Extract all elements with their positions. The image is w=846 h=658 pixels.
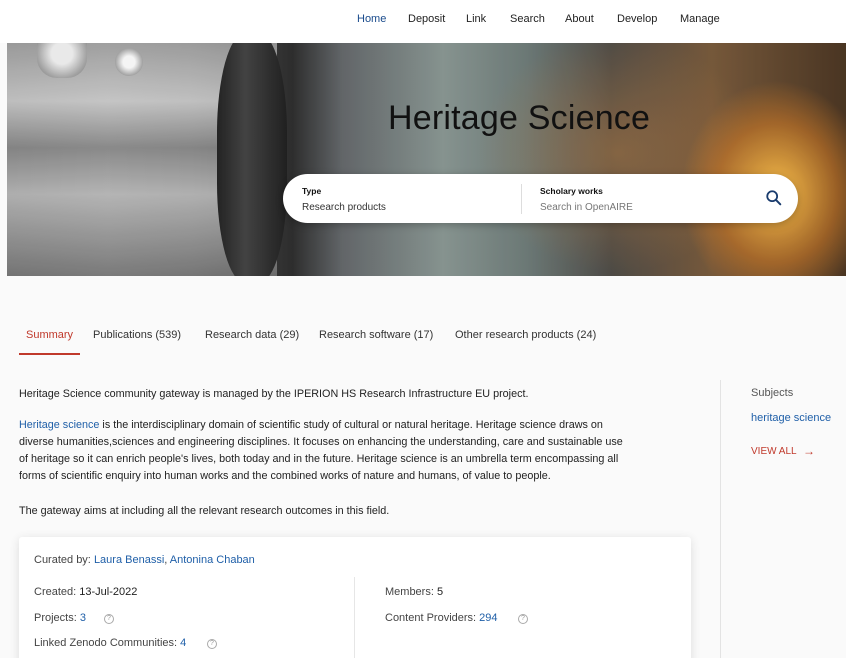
zenodo-communities-count: Linked Zenodo Communities: 4: [34, 637, 187, 649]
arrow-right-icon[interactable]: →: [803, 444, 815, 458]
info-icon[interactable]: ?: [104, 614, 114, 624]
community-info-card: Curated by: Laura Benassi, Antonina Chab…: [19, 537, 691, 658]
projects-link[interactable]: 3: [80, 612, 86, 624]
content-providers-count: Content Providers: 294: [385, 612, 498, 624]
top-navigation: Home Deposit Link Search About Develop M…: [0, 0, 846, 43]
scope-label: Scholary works: [540, 186, 603, 196]
nav-deposit[interactable]: Deposit: [408, 13, 445, 25]
tab-publications[interactable]: Publications (539): [93, 329, 181, 341]
summary-aim: The gateway aims at including all the re…: [19, 505, 390, 517]
nav-manage[interactable]: Manage: [680, 13, 720, 25]
zenodo-communities-link[interactable]: 4: [180, 637, 186, 649]
projects-count: Projects: 3: [34, 612, 86, 624]
curator-link[interactable]: Antonina Chaban: [170, 554, 255, 566]
info-icon[interactable]: ?: [518, 614, 528, 624]
nav-search[interactable]: Search: [510, 13, 545, 25]
search-bar: Type Research products Scholary works Se…: [283, 174, 798, 223]
nav-about[interactable]: About: [565, 13, 594, 25]
search-icon[interactable]: [765, 189, 783, 207]
tab-research-data[interactable]: Research data (29): [205, 329, 299, 341]
hero-banner: [7, 43, 846, 276]
content-tabs: Summary Publications (539) Research data…: [0, 318, 846, 354]
created-date: Created: 13-Jul-2022: [34, 586, 138, 598]
subject-link[interactable]: heritage science: [751, 412, 831, 424]
info-icon[interactable]: ?: [207, 639, 217, 649]
tab-summary[interactable]: Summary: [26, 329, 73, 341]
view-all-link[interactable]: VIEW ALL: [751, 446, 797, 457]
tab-other-research-products[interactable]: Other research products (24): [455, 329, 596, 341]
sidebar-divider: [720, 380, 721, 658]
type-select[interactable]: Research products: [302, 202, 386, 213]
active-tab-indicator: [19, 353, 80, 355]
summary-description: Heritage science is the interdisciplinar…: [19, 419, 623, 482]
content-providers-link[interactable]: 294: [479, 612, 497, 624]
search-input[interactable]: Search in OpenAIRE: [540, 202, 633, 213]
heritage-science-link[interactable]: Heritage science: [19, 419, 99, 431]
nav-home[interactable]: Home: [357, 13, 386, 25]
nav-develop[interactable]: Develop: [617, 13, 657, 25]
summary-intro: Heritage Science community gateway is ma…: [19, 388, 529, 400]
nav-link[interactable]: Link: [466, 13, 486, 25]
subjects-heading: Subjects: [751, 387, 794, 399]
members-count: Members: 5: [385, 586, 444, 598]
curator-link[interactable]: Laura Benassi: [94, 554, 164, 566]
curated-by: Curated by: Laura Benassi, Antonina Chab…: [34, 554, 255, 566]
tab-research-software[interactable]: Research software (17): [319, 329, 433, 341]
type-label: Type: [302, 186, 322, 196]
page-title: Heritage Science: [388, 99, 651, 137]
